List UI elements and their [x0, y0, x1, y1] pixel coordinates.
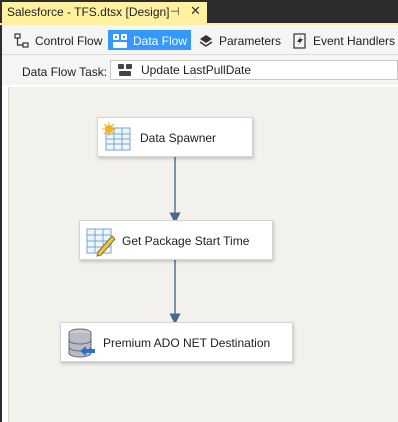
script-component-icon: [102, 122, 134, 154]
tab-control-flow-label: Control Flow: [35, 34, 103, 48]
tab-event-handlers[interactable]: Event Handlers: [288, 30, 398, 50]
data-flow-task-value: Update LastPullDate: [141, 63, 252, 77]
event-handlers-icon: [292, 33, 308, 49]
component-data-spawner[interactable]: Data Spawner: [97, 117, 253, 157]
close-icon[interactable]: ✕: [190, 3, 201, 19]
document-tab-title: Salesforce - TFS.dtsx [Design]: [7, 5, 170, 19]
tab-data-flow-label: Data Flow: [133, 34, 188, 48]
tab-parameters[interactable]: Parameters: [194, 30, 285, 50]
tab-data-flow[interactable]: Data Flow: [108, 30, 192, 50]
control-flow-icon: [14, 33, 30, 49]
tab-event-handlers-label: Event Handlers: [313, 34, 396, 48]
component-label: Data Spawner: [140, 131, 217, 145]
package-designer: Control Flow Data Flow Parameters Event …: [2, 25, 398, 422]
ado-net-destination-icon: [65, 327, 97, 359]
pin-icon[interactable]: ⊣: [170, 5, 180, 18]
component-label: Premium ADO NET Destination: [103, 336, 271, 350]
document-tab[interactable]: Salesforce - TFS.dtsx [Design] ⊣ ✕: [2, 2, 207, 23]
task-selector-label: Data Flow Task:: [22, 65, 108, 79]
parameters-icon: [198, 33, 214, 49]
designer-tab-bar: Control Flow Data Flow Parameters Event …: [2, 25, 398, 55]
derived-column-icon: [84, 225, 116, 257]
component-premium-ado-net-destination[interactable]: Premium ADO NET Destination: [60, 322, 293, 362]
component-label: Get Package Start Time: [122, 234, 250, 248]
document-tab-strip: Salesforce - TFS.dtsx [Design] ⊣ ✕: [0, 0, 398, 25]
data-flow-icon: [112, 33, 128, 49]
data-flow-task-icon: [117, 62, 133, 78]
data-flow-task-dropdown[interactable]: Update LastPullDate: [110, 60, 398, 80]
task-selector-row: Data Flow Task: Update LastPullDate: [2, 55, 398, 85]
tab-parameters-label: Parameters: [219, 34, 282, 48]
component-get-package-start-time[interactable]: Get Package Start Time: [79, 220, 273, 260]
tab-control-flow[interactable]: Control Flow: [10, 30, 106, 50]
data-flow-canvas[interactable]: Data Spawner Get Package Start Time Prem…: [8, 87, 398, 422]
